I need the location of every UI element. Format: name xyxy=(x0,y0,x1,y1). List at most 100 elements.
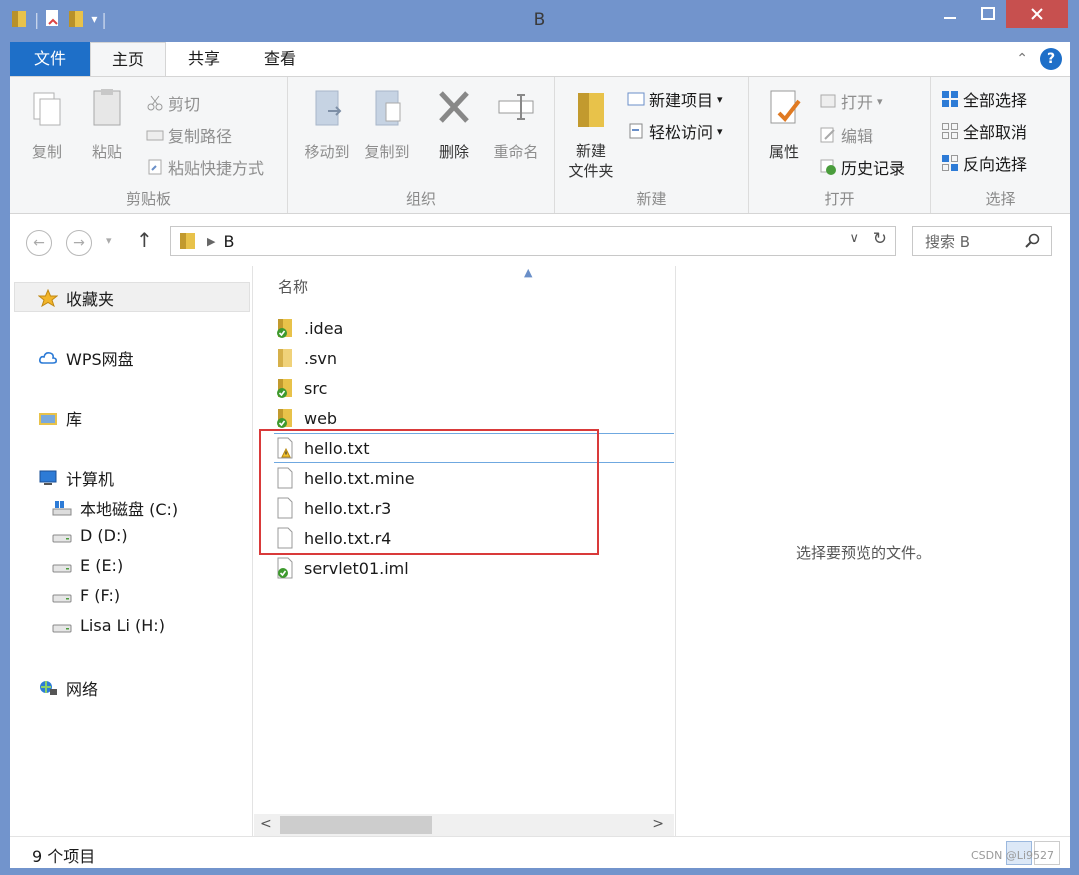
select-none-label: 全部取消 xyxy=(963,123,1028,142)
explorer-window: | ▾ | B 文件 主页 共享 查看 ⌃ ? 复制 粘贴 剪切 复制路径 粘贴… xyxy=(0,0,1079,875)
properties-label: 属性 xyxy=(768,143,799,161)
nav-item-drive-h[interactable]: Lisa Li (H:) xyxy=(52,616,165,635)
cut-button[interactable]: 剪切 xyxy=(146,91,200,115)
rename-button[interactable]: 重命名 xyxy=(486,87,546,162)
breadcrumb-chevron-icon: ▶ xyxy=(207,234,216,248)
back-button[interactable]: ← xyxy=(26,230,52,256)
nav-label-computer: 计算机 xyxy=(66,470,115,489)
minimize-button[interactable] xyxy=(930,0,970,28)
nav-item-network[interactable]: 网络 xyxy=(38,676,98,700)
properties-button[interactable]: 属性 xyxy=(759,87,809,162)
file-name: web xyxy=(304,408,338,428)
list-item[interactable]: .idea xyxy=(274,313,674,343)
copy-label: 复制 xyxy=(31,143,62,161)
group-label-clipboard: 剪贴板 xyxy=(125,190,171,208)
easy-access-icon xyxy=(629,123,643,139)
horizontal-scrollbar[interactable]: < > xyxy=(254,814,674,836)
address-box[interactable]: ▶ B ∨ ↻ xyxy=(170,226,896,256)
nav-label-drive: Lisa Li (H:) xyxy=(80,616,165,635)
group-clipboard: 复制 粘贴 剪切 复制路径 粘贴快捷方式 剪贴板 xyxy=(10,77,288,213)
nav-item-drive-e[interactable]: E (E:) xyxy=(52,556,123,575)
up-arrow-icon[interactable]: ↑ xyxy=(136,228,153,252)
forward-button[interactable]: → xyxy=(66,230,92,256)
scroll-right-icon[interactable]: > xyxy=(652,816,664,832)
search-input[interactable]: 搜索 B xyxy=(912,226,1052,256)
copy-path-label: 复制路径 xyxy=(168,127,233,146)
window-title: B xyxy=(533,10,546,30)
sort-ascending-icon: ▲ xyxy=(524,266,533,279)
nav-item-favorites[interactable]: 收藏夹 xyxy=(38,286,114,310)
nav-item-library[interactable]: 库 xyxy=(38,406,82,430)
drive-icon xyxy=(52,564,72,572)
chevron-down-icon: ▾ xyxy=(877,94,883,108)
new-item-label: 新建项目 xyxy=(649,91,714,110)
new-item-button[interactable]: 新建项目 ▾ xyxy=(627,87,723,111)
nav-item-drive-c[interactable]: 本地磁盘 (C:) xyxy=(52,496,178,520)
ribbon-tabs: 文件 主页 共享 查看 ⌃ ? xyxy=(10,42,1070,76)
navigation-pane: 收藏夹 WPS网盘 库 计算机 本地磁盘 (C:) D (D:) E (E:) … xyxy=(10,266,253,836)
copy-to-button[interactable]: 复制到 xyxy=(356,87,418,162)
recent-locations-icon[interactable]: ▾ xyxy=(106,234,112,247)
delete-button[interactable]: 删除 xyxy=(428,87,480,162)
edit-icon xyxy=(820,127,835,143)
group-label-new: 新建 xyxy=(636,190,667,208)
tab-file[interactable]: 文件 xyxy=(10,42,90,76)
easy-access-button[interactable]: 轻松访问 ▾ xyxy=(627,119,723,143)
refresh-icon[interactable]: ↻ xyxy=(873,229,887,249)
address-bar-row: ← → ▾ ↑ ▶ B ∨ ↻ 搜索 B xyxy=(10,214,1070,266)
paste-shortcut-button[interactable]: 粘贴快捷方式 xyxy=(146,155,264,179)
open-button[interactable]: 打开 ▾ xyxy=(819,89,883,113)
drive-icon xyxy=(52,624,72,632)
column-header-name[interactable]: 名称 xyxy=(278,276,308,297)
status-bar: 9 个项目 CSDN @Li9527 xyxy=(10,836,1070,868)
nav-label-drive: E (E:) xyxy=(80,556,124,575)
chevron-down-icon: ▾ xyxy=(717,92,723,106)
copy-path-button[interactable]: 复制路径 xyxy=(146,123,232,147)
history-button[interactable]: 历史记录 xyxy=(819,155,905,179)
nav-item-drive-f[interactable]: F (F:) xyxy=(52,586,120,605)
back-arrow-icon: ← xyxy=(33,235,45,251)
nav-item-computer[interactable]: 计算机 xyxy=(38,466,114,490)
maximize-button[interactable] xyxy=(970,0,1006,28)
chevron-down-icon: ▾ xyxy=(717,124,723,138)
computer-icon xyxy=(39,470,57,485)
history-icon xyxy=(820,159,836,175)
nav-label-drive: 本地磁盘 (C:) xyxy=(80,500,179,519)
paste-button[interactable]: 粘贴 xyxy=(82,87,132,162)
folder-icon xyxy=(180,233,195,249)
breadcrumb[interactable]: B xyxy=(223,232,234,251)
open-icon xyxy=(820,94,836,108)
select-none-button[interactable]: 全部取消 xyxy=(941,119,1027,143)
copy-icon xyxy=(33,92,61,126)
tab-share[interactable]: 共享 xyxy=(166,42,242,76)
group-label-select: 选择 xyxy=(985,190,1016,208)
move-to-button[interactable]: 移动到 xyxy=(296,87,358,162)
list-item[interactable]: src xyxy=(274,373,674,403)
tab-home[interactable]: 主页 xyxy=(90,42,166,76)
list-item[interactable]: servlet01.iml xyxy=(274,553,674,583)
copy-to-label: 复制到 xyxy=(364,143,410,161)
chevron-down-icon[interactable]: ∨ xyxy=(849,231,859,246)
forward-arrow-icon: → xyxy=(73,235,85,251)
scrollbar-thumb[interactable] xyxy=(280,816,432,834)
collapse-ribbon-icon[interactable]: ⌃ xyxy=(1016,51,1028,67)
star-icon xyxy=(38,289,58,307)
file-name: servlet01.iml xyxy=(304,558,409,578)
tab-view[interactable]: 查看 xyxy=(242,42,318,76)
help-icon[interactable]: ? xyxy=(1040,48,1062,70)
folder-check-icon xyxy=(277,409,292,428)
nav-item-drive-d[interactable]: D (D:) xyxy=(52,526,128,545)
list-item[interactable]: .svn xyxy=(274,343,674,373)
scroll-left-icon[interactable]: < xyxy=(260,816,272,832)
nav-item-wps[interactable]: WPS网盘 xyxy=(38,346,134,370)
drive-icon xyxy=(52,594,72,602)
group-open: 属性 打开 ▾ 编辑 历史记录 打开 xyxy=(749,77,931,213)
edit-button[interactable]: 编辑 xyxy=(819,123,873,147)
preview-message: 选择要预览的文件。 xyxy=(796,544,932,562)
edit-label: 编辑 xyxy=(841,127,874,146)
invert-selection-button[interactable]: 反向选择 xyxy=(941,151,1027,175)
close-button[interactable] xyxy=(1006,0,1068,28)
select-all-button[interactable]: 全部选择 xyxy=(941,87,1027,111)
copy-button[interactable]: 复制 xyxy=(22,87,72,162)
new-folder-button[interactable]: 新建 文件夹 xyxy=(561,87,621,181)
